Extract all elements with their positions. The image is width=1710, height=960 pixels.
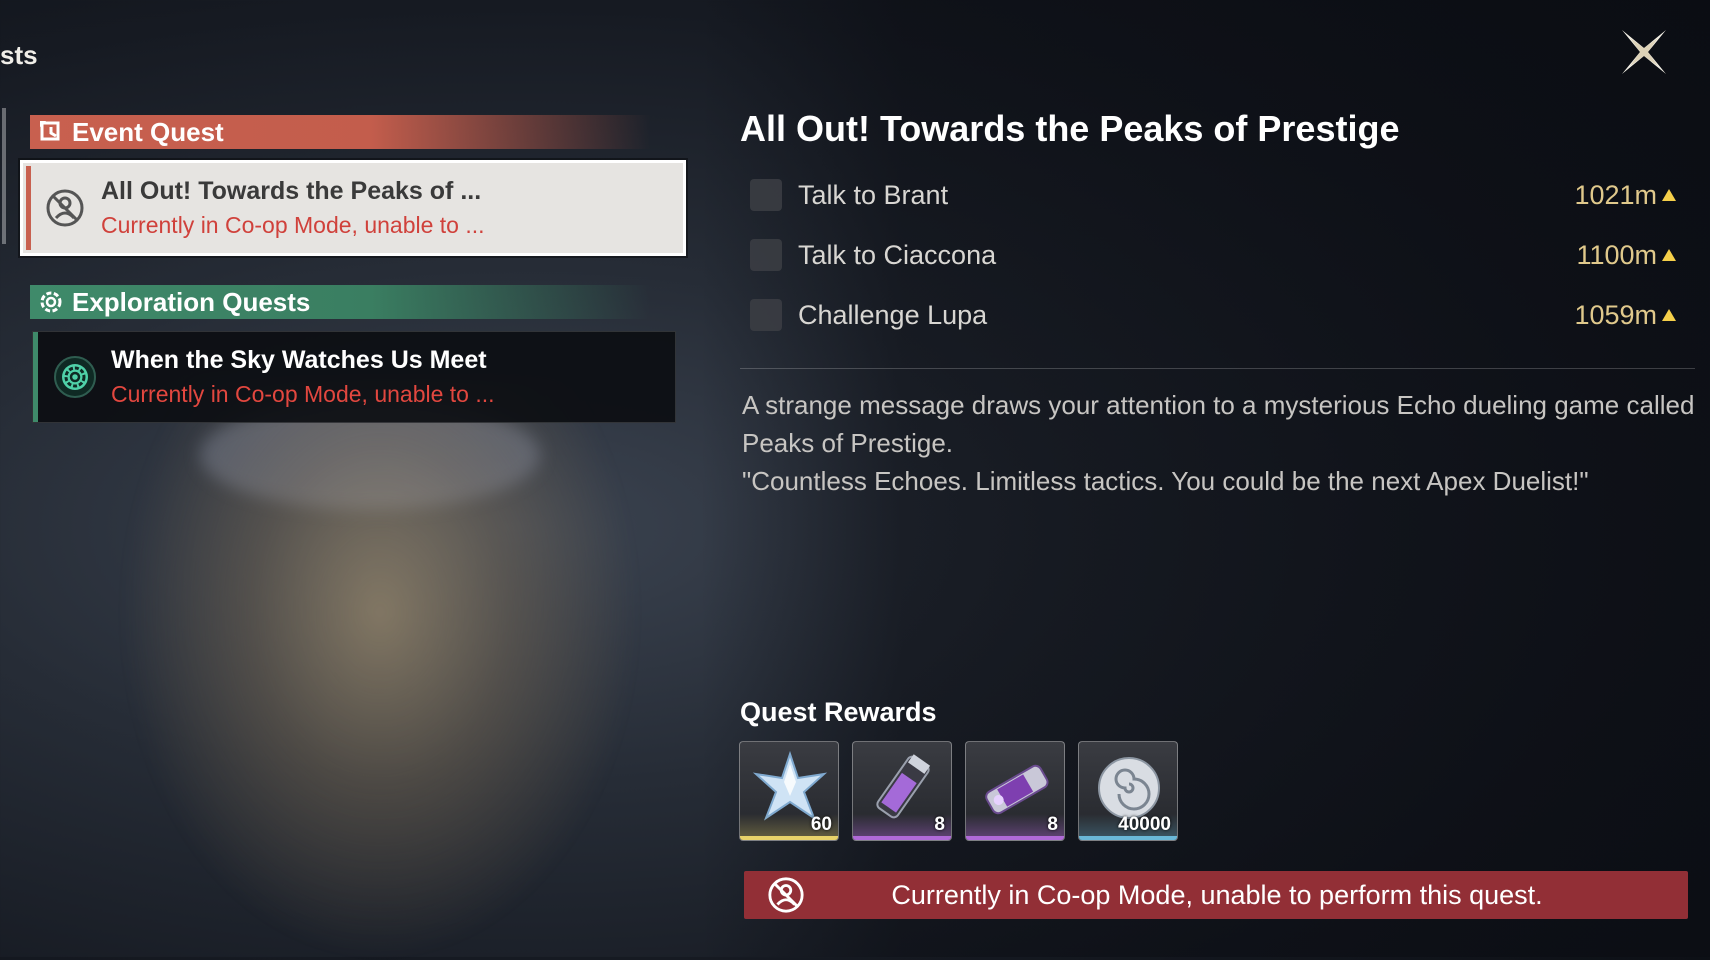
exploration-quest-icon bbox=[38, 289, 64, 315]
quest-item-title: All Out! Towards the Peaks of ... bbox=[101, 177, 482, 205]
reward-item[interactable]: 8 bbox=[965, 741, 1065, 841]
quest-item-status: Currently in Co-op Mode, unable to ... bbox=[101, 212, 485, 238]
task-distance: 1059m bbox=[1574, 299, 1657, 330]
reward-quantity: 8 bbox=[934, 814, 945, 835]
task-distance: 1021m bbox=[1574, 179, 1657, 210]
task-row[interactable]: Talk to Brant 1021m bbox=[750, 175, 1680, 215]
rewards-list: 60 8 8 40000 bbox=[739, 741, 1178, 841]
astrite-star-icon bbox=[752, 750, 828, 821]
task-distance: 1100m bbox=[1576, 239, 1657, 270]
quest-item-status: Currently in Co-op Mode, unable to ... bbox=[111, 381, 495, 407]
task-checkbox[interactable] bbox=[750, 299, 782, 331]
task-name: Talk to Ciaccona bbox=[798, 239, 997, 270]
task-row[interactable]: Talk to Ciaccona 1100m bbox=[750, 235, 1680, 275]
task-checkbox[interactable] bbox=[750, 179, 782, 211]
reward-item[interactable]: 60 bbox=[739, 741, 839, 841]
quest-item-exploration[interactable]: When the Sky Watches Us Meet Currently i… bbox=[32, 331, 676, 423]
detail-divider bbox=[740, 368, 1695, 369]
up-arrow-icon bbox=[1662, 189, 1676, 201]
energy-vial-icon bbox=[876, 754, 931, 819]
rarity-bar bbox=[1079, 836, 1177, 840]
reward-quantity: 40000 bbox=[1118, 814, 1171, 835]
rewards-title: Quest Rewards bbox=[740, 697, 937, 727]
task-checkbox[interactable] bbox=[750, 239, 782, 271]
quest-description: A strange message draws your attention t… bbox=[742, 386, 1702, 500]
task-name: Talk to Brant bbox=[798, 179, 949, 210]
task-row[interactable]: Challenge Lupa 1059m bbox=[750, 295, 1680, 335]
exploration-quest-category-label: Exploration Quests bbox=[72, 286, 311, 317]
quest-item-event[interactable]: All Out! Towards the Peaks of ... Curren… bbox=[20, 160, 686, 256]
description-paragraph: A strange message draws your attention t… bbox=[742, 390, 1695, 458]
description-quote: "Countless Echoes. Limitless tactics. Yo… bbox=[742, 466, 1589, 496]
task-name: Challenge Lupa bbox=[798, 299, 988, 330]
purple-cylinder-icon bbox=[985, 764, 1049, 815]
event-quest-category: Event Quest bbox=[30, 115, 650, 149]
co-op-blocked-icon bbox=[766, 875, 806, 915]
event-quest-category-label: Event Quest bbox=[72, 116, 224, 147]
reward-quantity: 8 bbox=[1047, 814, 1058, 835]
reward-item[interactable]: 40000 bbox=[1078, 741, 1178, 841]
co-op-warning-banner: Currently in Co-op Mode, unable to perfo… bbox=[744, 871, 1688, 919]
scroll-rail bbox=[2, 108, 6, 244]
rarity-bar bbox=[740, 836, 838, 840]
exploration-gear-icon bbox=[53, 355, 97, 399]
background-character bbox=[120, 380, 640, 960]
up-arrow-icon bbox=[1662, 249, 1676, 261]
up-arrow-icon bbox=[1662, 309, 1676, 321]
close-icon bbox=[1622, 30, 1666, 74]
quest-item-title: When the Sky Watches Us Meet bbox=[111, 346, 487, 374]
quest-detail-title: All Out! Towards the Peaks of Prestige bbox=[740, 108, 1400, 149]
co-op-blocked-icon bbox=[43, 186, 87, 230]
rarity-bar bbox=[966, 836, 1064, 840]
shell-credit-icon bbox=[1098, 757, 1160, 819]
reward-item[interactable]: 8 bbox=[852, 741, 952, 841]
rarity-bar bbox=[853, 836, 951, 840]
event-quest-icon bbox=[38, 119, 64, 145]
close-button[interactable] bbox=[1614, 22, 1674, 82]
exploration-quest-category: Exploration Quests bbox=[30, 285, 650, 319]
co-op-warning-text: Currently in Co-op Mode, unable to perfo… bbox=[891, 879, 1543, 910]
page-breadcrumb: sts bbox=[0, 40, 38, 70]
reward-quantity: 60 bbox=[810, 814, 832, 835]
